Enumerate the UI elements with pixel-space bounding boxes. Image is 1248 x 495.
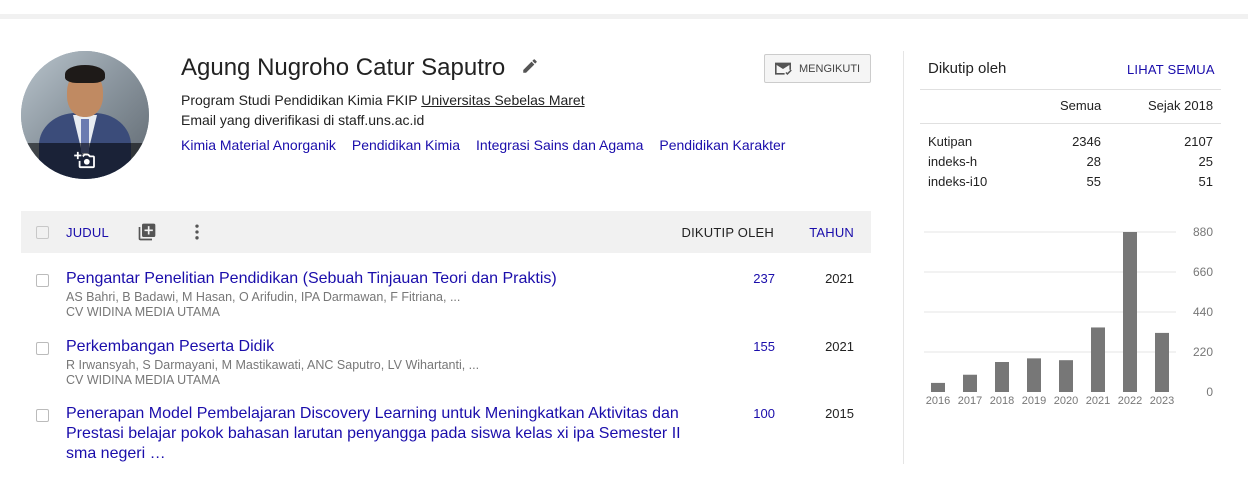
cited-count-link[interactable]: 237: [753, 271, 775, 286]
x-tick-label: 2023: [1150, 395, 1174, 407]
follow-button[interactable]: MENGIKUTI: [764, 54, 871, 83]
stat-all: 2346: [1072, 134, 1101, 149]
panel-divider: [903, 51, 904, 464]
citation-bar-2023[interactable]: [1155, 332, 1169, 392]
affiliation-link[interactable]: Universitas Sebelas Maret: [421, 92, 584, 108]
col-header-since: Sejak 2018: [1148, 98, 1214, 113]
select-all-checkbox[interactable]: [36, 226, 49, 239]
article-year: 2015: [825, 406, 854, 421]
y-tick-label: 440: [1193, 305, 1213, 319]
affiliation: Program Studi Pendidikan Kimia FKIP Univ…: [181, 92, 585, 108]
citation-bar-2018[interactable]: [995, 362, 1009, 392]
stat-label: indeks-h: [928, 154, 978, 169]
row-checkbox[interactable]: [36, 342, 49, 355]
article-title[interactable]: Penerapan Model Pembelajaran Discovery L…: [66, 404, 686, 464]
divider: [920, 123, 1221, 124]
y-tick-label: 0: [1206, 385, 1213, 399]
table-row: Penerapan Model Pembelajaran Discovery L…: [21, 404, 871, 466]
x-tick-label: 2016: [926, 395, 950, 407]
x-tick-label: 2020: [1054, 395, 1078, 407]
citations-chart: 0 220 440 660 880 2016 2017 2018 2019 2020 2021 202…: [924, 225, 1213, 407]
article-authors: AS Bahri, B Badawi, M Hasan, O Arifudin,…: [66, 290, 461, 304]
citation-bar-2021[interactable]: [1091, 327, 1105, 392]
row-checkbox[interactable]: [36, 274, 49, 287]
verified-email: Email yang diverifikasi di staff.uns.ac.…: [181, 112, 425, 128]
table-row: Perkembangan Peserta Didik R Irwansyah, …: [21, 337, 871, 389]
stat-since: 25: [1198, 154, 1213, 169]
article-title[interactable]: Perkembangan Peserta Didik: [66, 337, 686, 357]
edit-pencil-icon[interactable]: [521, 57, 539, 75]
citation-bar-2019[interactable]: [1027, 358, 1041, 392]
y-tick-label: 880: [1193, 225, 1213, 239]
cited-by-title: Dikutip oleh: [928, 60, 1007, 77]
article-year: 2021: [825, 271, 854, 286]
stat-since: 51: [1198, 174, 1213, 189]
divider: [920, 89, 1221, 90]
article-authors: R Irwansyah, S Darmayani, M Mastikawati,…: [66, 358, 480, 372]
stat-all: 28: [1086, 154, 1101, 169]
research-interests: Kimia Material Anorganik Pendidikan Kimi…: [181, 137, 785, 153]
x-tick-label: 2019: [1022, 395, 1046, 407]
article-year: 2021: [825, 339, 854, 354]
stat-all: 55: [1086, 174, 1101, 189]
row-checkbox[interactable]: [36, 409, 49, 422]
col-header-all: Semua: [1060, 98, 1102, 113]
table-row: Pengantar Penelitian Pendidikan (Sebuah …: [21, 269, 871, 321]
interest-link[interactable]: Pendidikan Karakter: [659, 137, 785, 153]
citation-bar-2017[interactable]: [963, 374, 977, 392]
x-tick-label: 2017: [958, 395, 982, 407]
email-check-icon: [775, 62, 792, 75]
add-photo-icon[interactable]: [74, 151, 96, 169]
interest-link[interactable]: Pendidikan Kimia: [352, 137, 460, 153]
interest-link[interactable]: Integrasi Sains dan Agama: [476, 137, 643, 153]
article-title[interactable]: Pengantar Penelitian Pendidikan (Sebuah …: [66, 269, 686, 289]
article-venue: CV WIDINA MEDIA UTAMA: [66, 373, 220, 387]
citation-bar-2022[interactable]: [1123, 232, 1137, 392]
affiliation-text: Program Studi Pendidikan Kimia FKIP: [181, 92, 418, 108]
article-venue: CV WIDINA MEDIA UTAMA: [66, 305, 220, 319]
cited-count-link[interactable]: 100: [753, 406, 775, 421]
stat-label: Kutipan: [928, 134, 973, 149]
y-tick-label: 660: [1193, 265, 1213, 279]
avatar[interactable]: [21, 51, 149, 179]
interest-link[interactable]: Kimia Material Anorganik: [181, 137, 336, 153]
x-tick-label: 2018: [990, 395, 1014, 407]
articles-table-header: JUDUL DIKUTIP OLEH TAHUN: [21, 211, 871, 253]
x-tick-label: 2021: [1086, 395, 1110, 407]
cited-count-link[interactable]: 155: [753, 339, 775, 354]
more-vert-icon[interactable]: [187, 222, 207, 242]
see-all-link[interactable]: LIHAT SEMUA: [1127, 62, 1215, 77]
citation-bar-2016[interactable]: [931, 382, 945, 392]
profile-name: Agung Nugroho Catur Saputro: [181, 54, 506, 81]
citation-bar-2020[interactable]: [1059, 360, 1073, 392]
top-divider: [0, 14, 1248, 19]
stat-label: indeks-i10: [928, 174, 988, 189]
y-tick-label: 220: [1193, 345, 1213, 359]
add-article-icon[interactable]: [137, 222, 157, 242]
sort-by-year[interactable]: TAHUN: [809, 225, 854, 240]
follow-label: MENGIKUTI: [799, 62, 861, 75]
sort-by-cited[interactable]: DIKUTIP OLEH: [682, 225, 774, 240]
stat-since: 2107: [1184, 134, 1213, 149]
x-tick-label: 2022: [1118, 395, 1142, 407]
sort-by-title[interactable]: JUDUL: [66, 225, 109, 240]
